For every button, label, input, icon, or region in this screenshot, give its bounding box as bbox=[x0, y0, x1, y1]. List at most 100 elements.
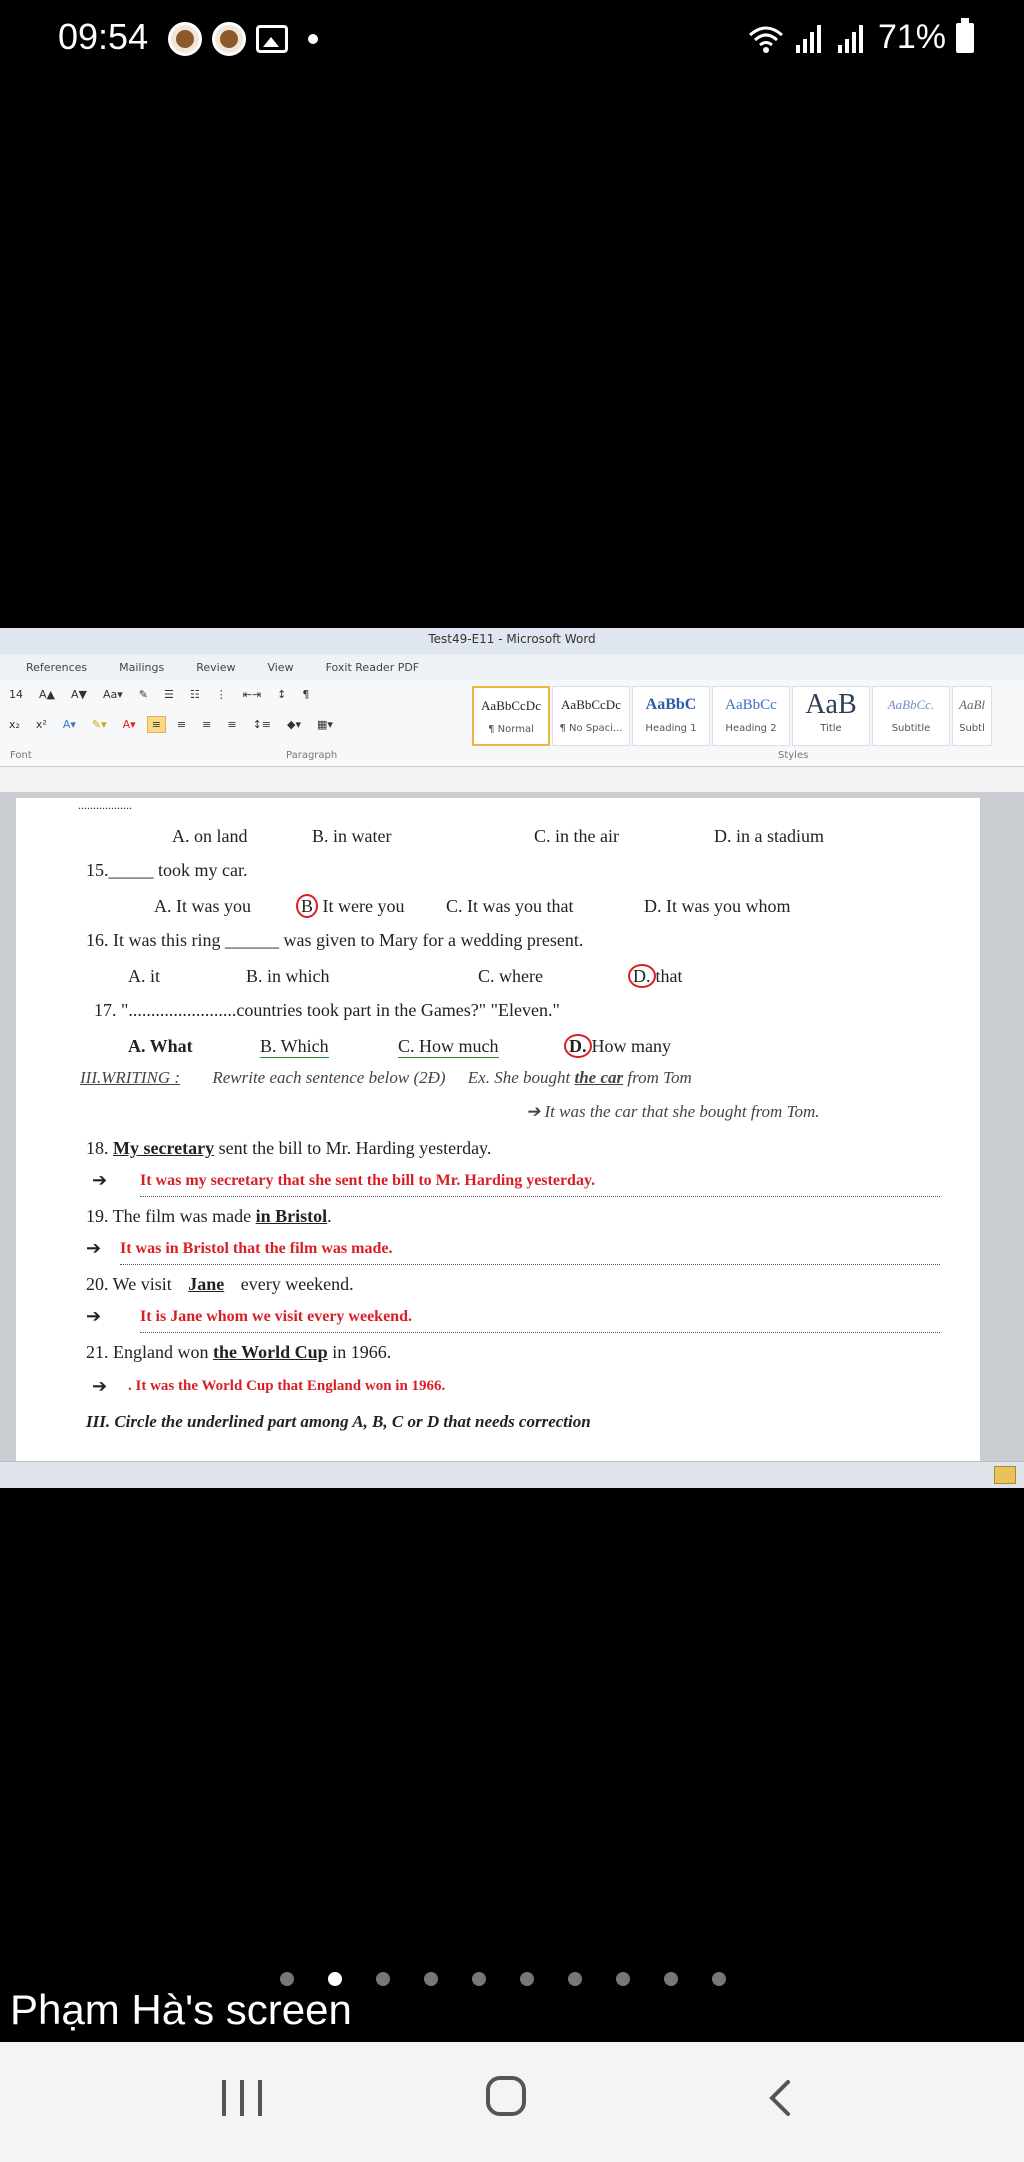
grow-font-icon[interactable]: A▲ bbox=[34, 686, 60, 703]
answer-circle: D. bbox=[564, 1034, 592, 1058]
align-center-icon[interactable]: ≡ bbox=[172, 716, 191, 733]
page-dot[interactable] bbox=[376, 1972, 390, 1986]
font-row-1: 14 A▲ A▼ Aa▾ ✎ ☰ ☷ ⋮ ⇤⇥ ↕ ¶ bbox=[4, 686, 314, 703]
q20-dotline bbox=[140, 1332, 940, 1333]
q21-question: 21. England won the World Cup in 1966. bbox=[86, 1342, 392, 1362]
recent-apps-button[interactable] bbox=[222, 2080, 262, 2116]
home-button[interactable] bbox=[486, 2076, 526, 2116]
style-normal[interactable]: AaBbCcDc ¶ Normal bbox=[472, 686, 550, 746]
page-dot-active[interactable] bbox=[328, 1972, 342, 1986]
q19-dotline bbox=[120, 1264, 940, 1265]
q17-option-c: C. How much bbox=[398, 1036, 499, 1058]
align-left-icon[interactable]: ≡ bbox=[146, 716, 166, 733]
q18-answer: It was my secretary that she sent the bi… bbox=[140, 1172, 596, 1189]
q17-question: 17. "........................countries t… bbox=[94, 1000, 560, 1020]
font-size-select[interactable]: 14 bbox=[4, 686, 28, 703]
style-heading-1[interactable]: AaBbC Heading 1 bbox=[632, 686, 710, 746]
subscript-icon[interactable]: x₂ bbox=[4, 716, 25, 733]
group-font: Font bbox=[10, 750, 32, 761]
style-subtle[interactable]: AaBl Subtl bbox=[952, 686, 992, 746]
pilcrow-icon[interactable]: ¶ bbox=[297, 686, 314, 703]
tab-foxit[interactable]: Foxit Reader PDF bbox=[326, 661, 420, 674]
page-dot[interactable] bbox=[424, 1972, 438, 1986]
shrink-font-icon[interactable]: A▼ bbox=[66, 686, 92, 703]
more-notifications-icon bbox=[308, 34, 318, 44]
word-status-bar bbox=[0, 1461, 1024, 1488]
clear-format-icon[interactable]: ✎ bbox=[134, 686, 153, 703]
justify-icon[interactable]: ≡ bbox=[222, 716, 241, 733]
q20-arrow: ➔ bbox=[86, 1306, 102, 1326]
shading-icon[interactable]: ◆▾ bbox=[282, 716, 306, 733]
q18-dotline bbox=[140, 1196, 940, 1197]
q21-answer: . It was the World Cup that England won … bbox=[128, 1378, 446, 1394]
q19-arrow: ➔ bbox=[86, 1238, 102, 1258]
font-color-icon[interactable]: A▾ bbox=[118, 716, 141, 733]
indent-icon[interactable]: ⇤⇥ bbox=[238, 686, 266, 703]
borders-icon[interactable]: ▦▾ bbox=[312, 716, 338, 733]
q14-option-c: C. in the air bbox=[534, 826, 619, 846]
q14-option-b: B. in water bbox=[312, 826, 392, 846]
q15-option-b: B It were you bbox=[296, 894, 404, 918]
multilevel-icon[interactable]: ⋮ bbox=[211, 686, 232, 703]
q16-option-b: B. in which bbox=[246, 966, 330, 986]
q20-answer: It is Jane whom we visit every weekend. bbox=[140, 1308, 412, 1325]
group-styles: Styles bbox=[778, 750, 809, 761]
style-title[interactable]: AaB Title bbox=[792, 686, 870, 746]
page-dot[interactable] bbox=[568, 1972, 582, 1986]
cursor-line: .................. bbox=[78, 798, 132, 812]
battery-icon bbox=[956, 17, 974, 53]
word-window: Test49-E11 - Microsoft Word References M… bbox=[0, 628, 1024, 1488]
tab-mailings[interactable]: Mailings bbox=[119, 661, 164, 674]
page-dot[interactable] bbox=[520, 1972, 534, 1986]
wifi-icon bbox=[748, 26, 783, 53]
numbering-icon[interactable]: ☷ bbox=[185, 686, 205, 703]
align-right-icon[interactable]: ≡ bbox=[197, 716, 216, 733]
q15-option-c: C. It was you that bbox=[446, 896, 574, 916]
window-title: Test49-E11 - Microsoft Word bbox=[428, 632, 596, 646]
section-3-heading: III. Circle the underlined part among A,… bbox=[86, 1412, 591, 1431]
ribbon: 14 A▲ A▼ Aa▾ ✎ ☰ ☷ ⋮ ⇤⇥ ↕ ¶ x₂ x² A▾ ✎▾ … bbox=[0, 680, 1024, 767]
page-dot[interactable] bbox=[664, 1972, 678, 1986]
document-page[interactable]: .................. A. on land B. in wate… bbox=[16, 798, 980, 1468]
gallery-icon bbox=[256, 25, 288, 53]
bullets-icon[interactable]: ☰ bbox=[159, 686, 179, 703]
highlight-icon[interactable]: ✎▾ bbox=[87, 716, 112, 733]
q17-option-b: B. Which bbox=[260, 1036, 329, 1058]
tab-review[interactable]: Review bbox=[196, 661, 235, 674]
page-dot[interactable] bbox=[472, 1972, 486, 1986]
example-answer: ➔ It was the car that she bought from To… bbox=[526, 1102, 820, 1121]
page-indicator bbox=[280, 1972, 726, 1986]
q15-option-d: D. It was you whom bbox=[644, 896, 791, 916]
document-area: .................. A. on land B. in wate… bbox=[0, 792, 1024, 1468]
q20-question: 20. We visit Jane every weekend. bbox=[86, 1274, 354, 1294]
q15-question: 15._____ took my car. bbox=[86, 860, 248, 880]
text-effects-icon[interactable]: A▾ bbox=[58, 716, 81, 733]
app-notification-icon bbox=[168, 22, 202, 56]
signal-icon bbox=[837, 24, 863, 53]
q19-question: 19. The film was made in Bristol. bbox=[86, 1206, 332, 1226]
status-right: 71% bbox=[748, 17, 974, 57]
change-case-icon[interactable]: Aa▾ bbox=[98, 686, 128, 703]
page-dot[interactable] bbox=[280, 1972, 294, 1986]
q16-option-a: A. it bbox=[128, 966, 161, 986]
view-mode-icon[interactable] bbox=[994, 1466, 1016, 1484]
q21-arrow: ➔ bbox=[92, 1376, 108, 1396]
signal-icon bbox=[795, 24, 821, 53]
q19-answer: It was in Bristol that the film was made… bbox=[120, 1240, 393, 1257]
line-spacing-icon[interactable]: ↕≡ bbox=[248, 716, 276, 733]
tab-view[interactable]: View bbox=[267, 661, 293, 674]
sort-icon[interactable]: ↕ bbox=[272, 686, 291, 703]
superscript-icon[interactable]: x² bbox=[31, 716, 52, 733]
style-subtitle[interactable]: AaBbCc. Subtitle bbox=[872, 686, 950, 746]
q16-question: 16. It was this ring ______ was given to… bbox=[86, 930, 584, 950]
page-dot[interactable] bbox=[712, 1972, 726, 1986]
q17-option-d: D. How many bbox=[564, 1034, 671, 1058]
back-button[interactable] bbox=[762, 2078, 802, 2118]
style-no-spacing[interactable]: AaBbCcDc ¶ No Spaci... bbox=[552, 686, 630, 746]
group-paragraph: Paragraph bbox=[286, 750, 338, 761]
battery-percent: 71% bbox=[877, 18, 946, 56]
style-heading-2[interactable]: AaBbCc Heading 2 bbox=[712, 686, 790, 746]
status-time: 09:54 bbox=[58, 16, 149, 57]
page-dot[interactable] bbox=[616, 1972, 630, 1986]
tab-references[interactable]: References bbox=[26, 661, 87, 674]
